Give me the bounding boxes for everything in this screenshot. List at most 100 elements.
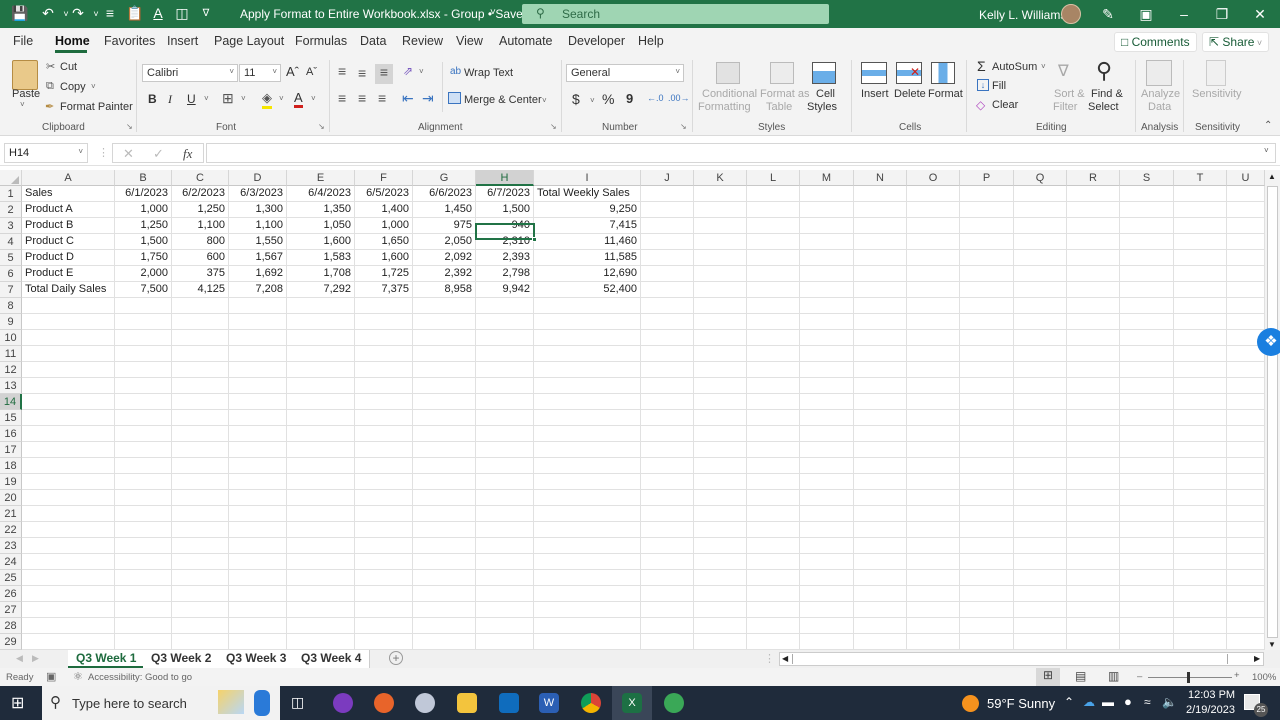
cell-e29[interactable] xyxy=(287,634,355,650)
cell-t26[interactable] xyxy=(1174,586,1227,602)
cell-r12[interactable] xyxy=(1067,362,1120,378)
cell-f15[interactable] xyxy=(355,410,413,426)
cell-g1[interactable]: 6/6/2023 xyxy=(413,186,476,202)
cell-i9[interactable] xyxy=(534,314,641,330)
cell-f10[interactable] xyxy=(355,330,413,346)
cell-f11[interactable] xyxy=(355,346,413,362)
cell-r24[interactable] xyxy=(1067,554,1120,570)
cell-o7[interactable] xyxy=(907,282,960,298)
cell-e12[interactable] xyxy=(287,362,355,378)
row-header-14[interactable]: 14 xyxy=(0,394,22,410)
cell-k19[interactable] xyxy=(694,474,747,490)
cell-t22[interactable] xyxy=(1174,522,1227,538)
tab-favorites[interactable]: Favorites xyxy=(104,34,155,48)
add-sheet-button[interactable]: + xyxy=(389,651,403,665)
column-header-c[interactable]: C xyxy=(172,170,229,186)
cell-n15[interactable] xyxy=(854,410,907,426)
cell-d22[interactable] xyxy=(229,522,287,538)
cell-o19[interactable] xyxy=(907,474,960,490)
cell-t9[interactable] xyxy=(1174,314,1227,330)
cell-e11[interactable] xyxy=(287,346,355,362)
cell-a4[interactable]: Product C xyxy=(22,234,115,250)
cell-p6[interactable] xyxy=(960,266,1014,282)
cell-b11[interactable] xyxy=(115,346,172,362)
firefox-icon[interactable] xyxy=(374,693,394,713)
cell-q6[interactable] xyxy=(1014,266,1067,282)
pen-icon[interactable]: ✎ xyxy=(1094,4,1122,24)
cell-o8[interactable] xyxy=(907,298,960,314)
cell-g28[interactable] xyxy=(413,618,476,634)
chevron-down-icon[interactable]: ˅ xyxy=(20,100,25,109)
cell-u3[interactable] xyxy=(1227,218,1265,234)
cell-r28[interactable] xyxy=(1067,618,1120,634)
vertical-scrollbar[interactable]: ▲ ▼ xyxy=(1265,170,1280,650)
cell-s1[interactable] xyxy=(1120,186,1174,202)
cell-f24[interactable] xyxy=(355,554,413,570)
cell-h15[interactable] xyxy=(476,410,534,426)
weather-sun-icon[interactable] xyxy=(962,695,979,712)
cell-s7[interactable] xyxy=(1120,282,1174,298)
cell-q18[interactable] xyxy=(1014,458,1067,474)
cell-a9[interactable] xyxy=(22,314,115,330)
cell-u28[interactable] xyxy=(1227,618,1265,634)
cell-r1[interactable] xyxy=(1067,186,1120,202)
cell-h16[interactable] xyxy=(476,426,534,442)
cell-u17[interactable] xyxy=(1227,442,1265,458)
cell-f4[interactable]: 1,650 xyxy=(355,234,413,250)
cell-i18[interactable] xyxy=(534,458,641,474)
cell-n27[interactable] xyxy=(854,602,907,618)
cell-n10[interactable] xyxy=(854,330,907,346)
cell-t5[interactable] xyxy=(1174,250,1227,266)
cell-r22[interactable] xyxy=(1067,522,1120,538)
cell-l21[interactable] xyxy=(747,506,800,522)
cell-h22[interactable] xyxy=(476,522,534,538)
splitter-handle-icon[interactable]: ⋮ xyxy=(764,652,775,665)
cell-t19[interactable] xyxy=(1174,474,1227,490)
cell-k3[interactable] xyxy=(694,218,747,234)
row-header-2[interactable]: 2 xyxy=(0,202,22,218)
cell-c12[interactable] xyxy=(172,362,229,378)
cell-f23[interactable] xyxy=(355,538,413,554)
cell-k12[interactable] xyxy=(694,362,747,378)
cell-r29[interactable] xyxy=(1067,634,1120,650)
cell-s14[interactable] xyxy=(1120,394,1174,410)
user-name[interactable]: Kelly L. Williams xyxy=(979,8,1066,22)
cell-o5[interactable] xyxy=(907,250,960,266)
clock-time[interactable]: 12:03 PM xyxy=(1188,689,1235,701)
decrease-indent-icon[interactable]: ⇤ xyxy=(402,90,414,107)
row-header-17[interactable]: 17 xyxy=(0,442,22,458)
cell-j8[interactable] xyxy=(641,298,694,314)
insert-button[interactable]: Insert xyxy=(861,88,889,100)
cell-q28[interactable] xyxy=(1014,618,1067,634)
dialog-launcher-icon[interactable]: ↘ xyxy=(318,122,325,131)
cell-r6[interactable] xyxy=(1067,266,1120,282)
cell-q23[interactable] xyxy=(1014,538,1067,554)
cell-l19[interactable] xyxy=(747,474,800,490)
selected-cell-h14[interactable] xyxy=(475,223,535,240)
row-header-13[interactable]: 13 xyxy=(0,378,22,394)
onedrive-icon[interactable]: ☁ xyxy=(1083,695,1095,709)
cell-a20[interactable] xyxy=(22,490,115,506)
cell-q5[interactable] xyxy=(1014,250,1067,266)
column-header-a[interactable]: A xyxy=(22,170,115,186)
cell-f18[interactable] xyxy=(355,458,413,474)
cell-o16[interactable] xyxy=(907,426,960,442)
cell-t25[interactable] xyxy=(1174,570,1227,586)
cell-m23[interactable] xyxy=(800,538,854,554)
number-format-select[interactable]: General ˅ xyxy=(566,64,684,82)
cell-q15[interactable] xyxy=(1014,410,1067,426)
cell-b3[interactable]: 1,250 xyxy=(115,218,172,234)
cell-l15[interactable] xyxy=(747,410,800,426)
cell-b28[interactable] xyxy=(115,618,172,634)
cell-n22[interactable] xyxy=(854,522,907,538)
device-icon[interactable]: ▬ xyxy=(1102,695,1114,709)
cell-t15[interactable] xyxy=(1174,410,1227,426)
cell-i5[interactable]: 11,585 xyxy=(534,250,641,266)
row-header-5[interactable]: 5 xyxy=(0,250,22,266)
cell-k6[interactable] xyxy=(694,266,747,282)
horizontal-scroll-thumb[interactable] xyxy=(792,654,1228,664)
row-header-20[interactable]: 20 xyxy=(0,490,22,506)
cell-o13[interactable] xyxy=(907,378,960,394)
cell-s17[interactable] xyxy=(1120,442,1174,458)
cell-j22[interactable] xyxy=(641,522,694,538)
